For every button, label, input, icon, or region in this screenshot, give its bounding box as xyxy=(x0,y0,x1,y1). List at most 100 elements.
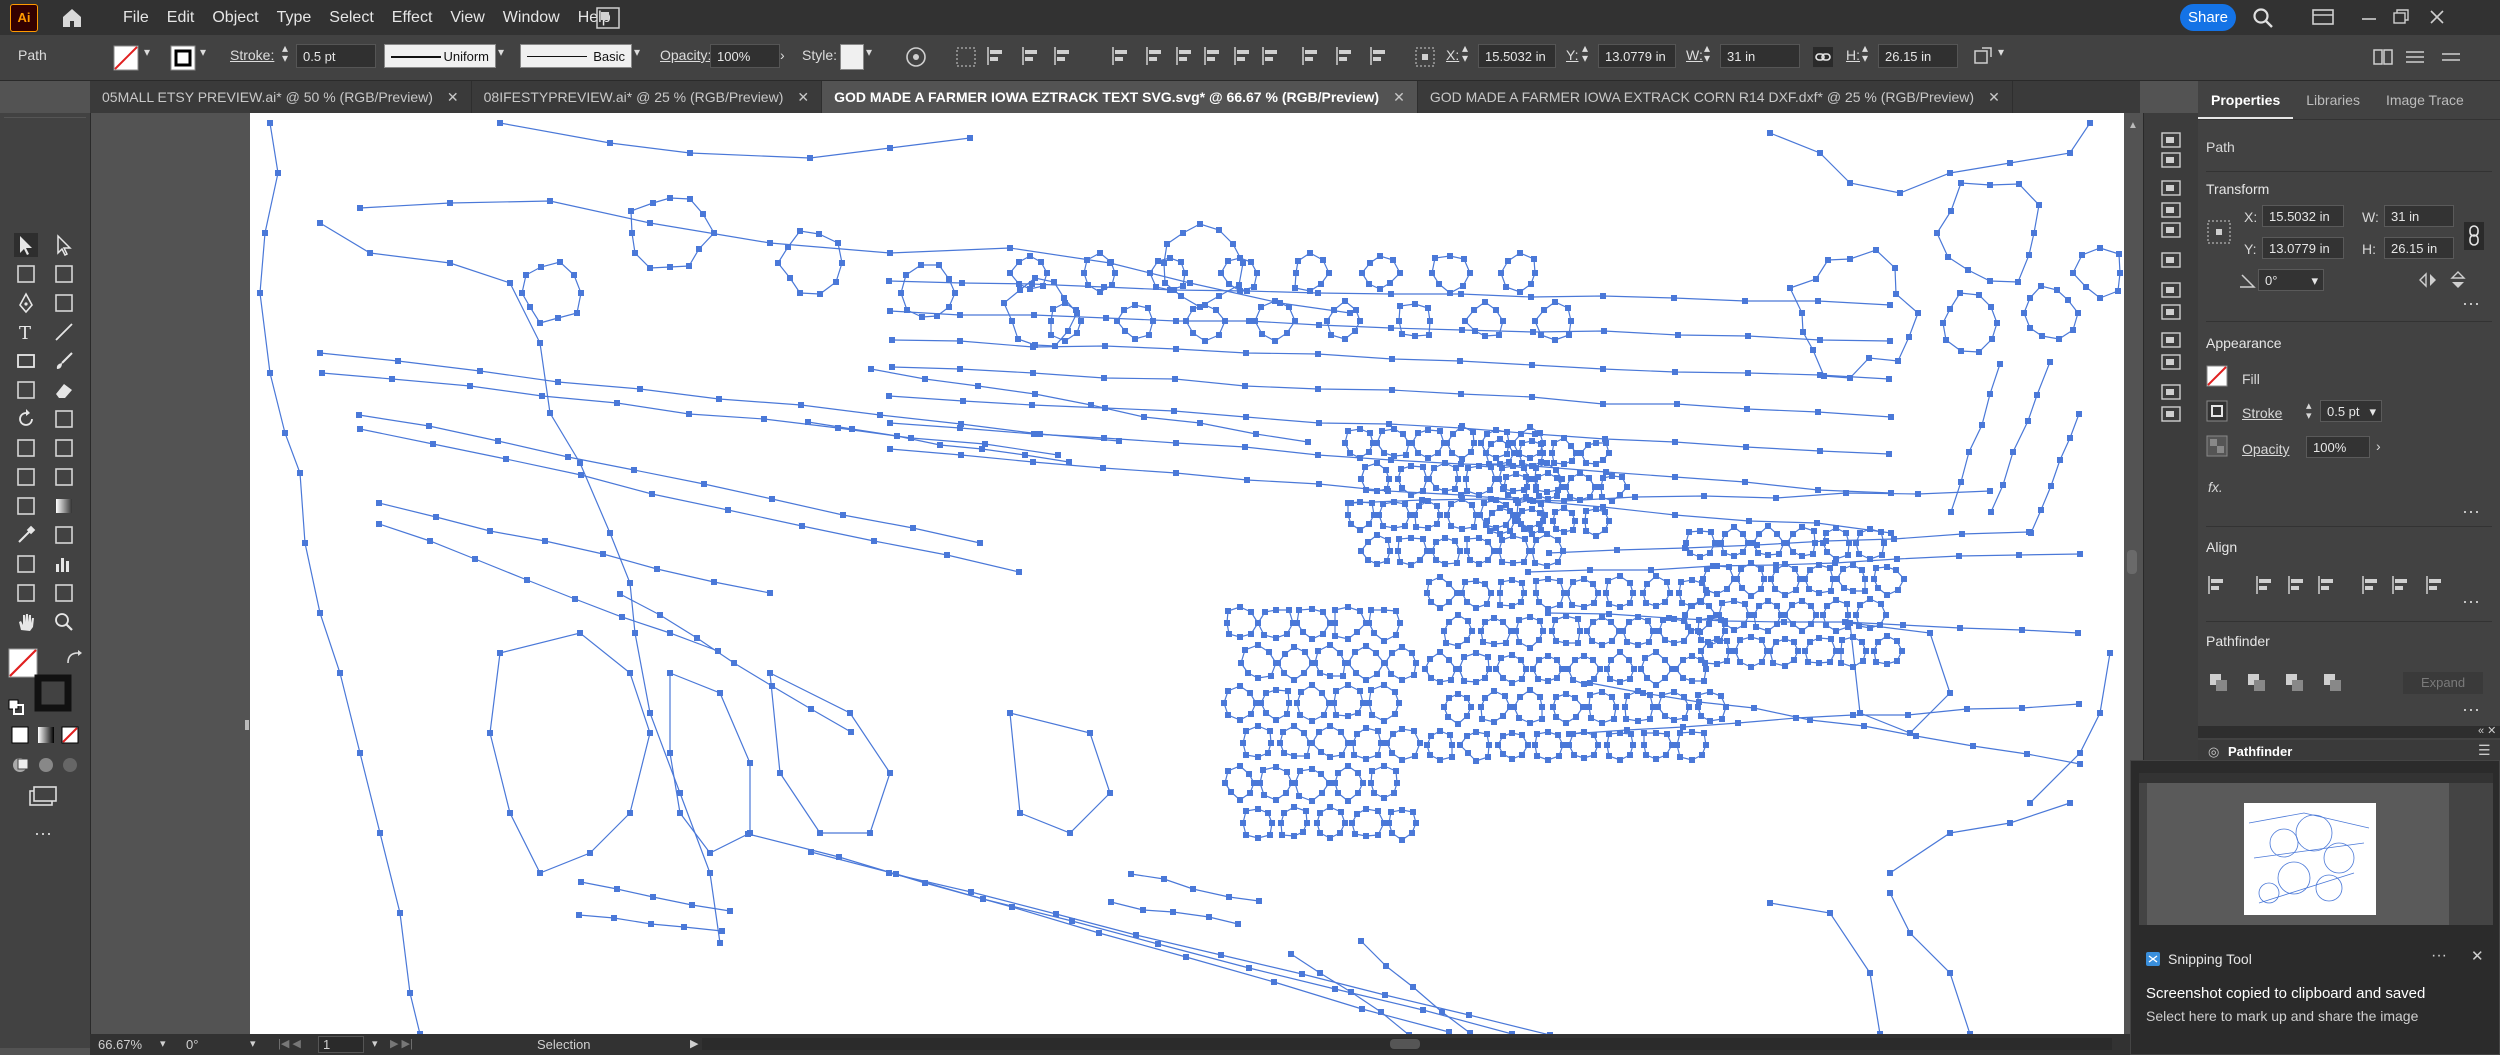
anchor-point[interactable] xyxy=(2016,181,2022,187)
anchor-point[interactable] xyxy=(1544,563,1550,569)
align-vertical-center-icon[interactable] xyxy=(2390,574,2412,596)
anchor-point[interactable] xyxy=(1337,830,1343,836)
anchor-point[interactable] xyxy=(1303,808,1309,814)
anchor-point[interactable] xyxy=(389,376,395,382)
anchor-point[interactable] xyxy=(1724,586,1730,592)
anchor-point[interactable] xyxy=(1663,752,1669,758)
align-bottom-icon[interactable] xyxy=(1174,45,1196,67)
anchor-point[interactable] xyxy=(1255,806,1261,812)
anchor-point[interactable] xyxy=(1297,768,1303,774)
anchor-point[interactable] xyxy=(1286,607,1292,613)
anchor-point[interactable] xyxy=(1630,742,1636,748)
anchor-point[interactable] xyxy=(1947,690,1953,696)
anchor-point[interactable] xyxy=(936,262,942,268)
anchor-point[interactable] xyxy=(1689,653,1695,659)
anchor-point[interactable] xyxy=(1321,712,1327,718)
align-left-icon[interactable] xyxy=(2254,574,2276,596)
anchor-point[interactable] xyxy=(1554,493,1560,499)
anchor-point[interactable] xyxy=(1377,286,1383,292)
anchor-point[interactable] xyxy=(1476,492,1482,498)
anchor-point[interactable] xyxy=(1671,295,1677,301)
anchor-point[interactable] xyxy=(1681,638,1687,644)
anchor-point[interactable] xyxy=(1560,742,1566,748)
pathfinder-panel-tab[interactable]: Pathfinder xyxy=(2228,744,2292,759)
anchor-point[interactable] xyxy=(555,315,561,321)
chevron-down-icon[interactable]: ▾ xyxy=(160,1037,166,1050)
anchor-point[interactable] xyxy=(1374,561,1380,567)
anchor-point[interactable] xyxy=(1251,780,1257,786)
anchor-point[interactable] xyxy=(1427,318,1433,324)
anchor-point[interactable] xyxy=(1354,811,1360,817)
anchor-point[interactable] xyxy=(2067,435,2073,441)
minus-front-icon[interactable] xyxy=(2246,672,2268,694)
anchor-point[interactable] xyxy=(1389,356,1395,362)
anchor-point[interactable] xyxy=(1807,639,1813,645)
anchor-point[interactable] xyxy=(1464,599,1470,605)
screen-mode-icon[interactable] xyxy=(26,785,58,809)
anchor-point[interactable] xyxy=(1296,607,1302,613)
anchor-point[interactable] xyxy=(1676,590,1682,596)
anchor-point[interactable] xyxy=(1740,531,1746,537)
anchor-point[interactable] xyxy=(1485,557,1491,563)
anchor-point[interactable] xyxy=(1888,530,1894,536)
anchor-point[interactable] xyxy=(1016,569,1022,575)
anchor-point[interactable] xyxy=(886,870,892,876)
anchor-point[interactable] xyxy=(1745,370,1751,376)
anchor-point[interactable] xyxy=(1456,666,1462,672)
anchor-point[interactable] xyxy=(1437,512,1443,518)
anchor-point[interactable] xyxy=(1062,300,1068,306)
anchor-point[interactable] xyxy=(1493,666,1499,672)
anchor-point[interactable] xyxy=(1319,690,1325,696)
anchor-point[interactable] xyxy=(1032,342,1038,348)
anchor-point[interactable] xyxy=(2028,530,2034,536)
anchor-point[interactable] xyxy=(1365,557,1371,563)
anchor-point[interactable] xyxy=(1646,639,1652,645)
anchor-point[interactable] xyxy=(1635,614,1641,620)
anchor-point[interactable] xyxy=(447,260,453,266)
anchor-point[interactable] xyxy=(1448,677,1454,683)
anchor-point[interactable] xyxy=(1675,332,1681,338)
anchor-point[interactable] xyxy=(1535,474,1541,480)
align-left-icon[interactable] xyxy=(985,45,1007,67)
anchor-point[interactable] xyxy=(1339,752,1345,758)
anchor-point[interactable] xyxy=(577,460,583,466)
anchor-point[interactable] xyxy=(1422,666,1428,672)
anchor-point[interactable] xyxy=(1437,649,1443,655)
anchor-point[interactable] xyxy=(1696,617,1702,623)
anchor-point[interactable] xyxy=(1471,307,1477,313)
anchor-point[interactable] xyxy=(1568,318,1574,324)
anchor-point[interactable] xyxy=(1568,475,1574,481)
anchor-point[interactable] xyxy=(1464,713,1470,719)
anchor-point[interactable] xyxy=(1619,474,1625,480)
anchor-point[interactable] xyxy=(1834,576,1840,582)
anchor-point[interactable] xyxy=(1575,640,1581,646)
anchor-point[interactable] xyxy=(1477,512,1483,518)
anchor-point[interactable] xyxy=(1738,566,1744,572)
anchor-point[interactable] xyxy=(1190,330,1196,336)
anchor-point[interactable] xyxy=(1317,830,1323,836)
anchor-point[interactable] xyxy=(1845,552,1851,558)
anchor-point[interactable] xyxy=(1374,532,1380,538)
anchor-point[interactable] xyxy=(1662,713,1668,719)
anchor-point[interactable] xyxy=(1230,241,1236,247)
anchor-point[interactable] xyxy=(1167,287,1173,293)
anchor-point[interactable] xyxy=(1524,484,1530,490)
anchor-point[interactable] xyxy=(574,310,580,316)
anchor-point[interactable] xyxy=(2024,751,2030,757)
anchor-point[interactable] xyxy=(1787,285,1793,291)
anchor-point[interactable] xyxy=(1899,648,1905,654)
anchor-point[interactable] xyxy=(477,368,483,374)
anchor-point[interactable] xyxy=(1742,601,1748,607)
anchor-point[interactable] xyxy=(1913,733,1919,739)
anchor-point[interactable] xyxy=(1871,648,1877,654)
anchor-point[interactable] xyxy=(1509,680,1515,686)
anchor-point[interactable] xyxy=(1617,730,1623,736)
anchor-point[interactable] xyxy=(889,364,895,370)
anchor-point[interactable] xyxy=(701,481,707,487)
anchor-point[interactable] xyxy=(1375,728,1381,734)
anchor-point[interactable] xyxy=(1600,457,1606,463)
anchor-point[interactable] xyxy=(1338,809,1344,815)
anchor-point[interactable] xyxy=(376,500,382,506)
anchor-point[interactable] xyxy=(1460,283,1466,289)
anchor-point[interactable] xyxy=(918,262,924,268)
